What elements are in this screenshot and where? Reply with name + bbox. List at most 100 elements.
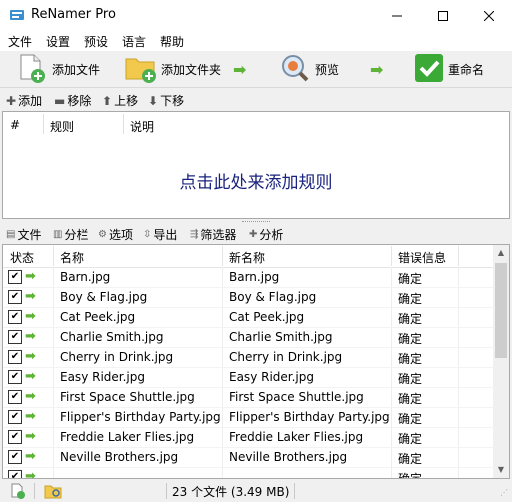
- row-checkbox[interactable]: ✔: [8, 430, 22, 444]
- file-name: Charlie Smith.jpg: [60, 330, 164, 344]
- rename-button[interactable]: 重命名: [414, 51, 484, 87]
- filters-menu[interactable]: ⇶ 筛选器: [190, 226, 236, 243]
- status-arrow-icon: ➡: [25, 329, 36, 344]
- error-message: 确定: [398, 292, 423, 306]
- add-files-label: 添加文件: [52, 62, 101, 77]
- rules-col-rule[interactable]: 规则: [50, 118, 74, 135]
- options-menu-label: 选项: [108, 228, 133, 242]
- files-col-name[interactable]: 名称: [60, 249, 84, 266]
- error-message: 确定: [398, 392, 423, 406]
- row-checkbox[interactable]: ✔: [8, 350, 22, 364]
- row-checkbox[interactable]: ✔: [8, 410, 22, 424]
- table-row[interactable]: ✔ ➡ Easy Rider.jpg Easy Rider.jpg 确定: [3, 367, 493, 388]
- export-menu[interactable]: ⇳ 导出: [143, 226, 177, 243]
- splitter-grip[interactable]: [242, 221, 270, 224]
- row-checkbox[interactable]: ✔: [8, 310, 22, 324]
- status-arrow-icon: ➡: [25, 389, 36, 404]
- arrow-down-icon: ⬇: [148, 93, 159, 108]
- resize-grip-icon[interactable]: ⋰: [500, 488, 508, 497]
- close-button[interactable]: [466, 0, 512, 31]
- menu-file[interactable]: 文件: [8, 33, 32, 50]
- magnifier-icon: [280, 53, 310, 86]
- menu-presets[interactable]: 预设: [84, 33, 108, 50]
- vertical-scrollbar[interactable]: ▲ ▼: [493, 245, 509, 478]
- analyze-menu-label: 分析: [259, 228, 284, 242]
- status-divider: [294, 483, 295, 499]
- table-row[interactable]: ✔ ➡ Cat Peek.jpg Cat Peek.jpg 确定: [3, 307, 493, 328]
- scroll-up-icon[interactable]: ▲: [493, 245, 509, 261]
- files-col-new-name[interactable]: 新名称: [229, 249, 265, 266]
- add-files-button[interactable]: 添加文件: [16, 51, 100, 87]
- table-row[interactable]: ✔ ➡ Charlie Smith.jpg Charlie Smith.jpg 确定: [3, 327, 493, 348]
- move-up-label: 上移: [114, 94, 139, 108]
- status-arrow-icon: ➡: [25, 449, 36, 464]
- column-divider: [458, 246, 459, 266]
- row-checkbox[interactable]: ✔: [8, 470, 22, 478]
- column-divider: [222, 246, 223, 266]
- file-name: Cherry in Drink.jpg: [60, 350, 174, 364]
- column-divider: [123, 114, 124, 134]
- table-row[interactable]: ✔ ➡ 确定: [3, 467, 493, 478]
- status-arrow-icon: ➡: [25, 309, 36, 324]
- files-col-error[interactable]: 错误信息: [398, 249, 446, 266]
- arrow-icon: ➡: [370, 59, 384, 79]
- row-checkbox[interactable]: ✔: [8, 290, 22, 304]
- add-rule-button[interactable]: ✚ 添加: [6, 92, 42, 109]
- table-row[interactable]: ✔ ➡ Flipper's Birthday Party.jpg Flipper's …: [3, 407, 493, 428]
- scroll-down-icon[interactable]: ▼: [493, 462, 509, 478]
- table-row[interactable]: ✔ ➡ Barn.jpg Barn.jpg 确定: [3, 267, 493, 288]
- preview-button[interactable]: 预览: [280, 51, 339, 87]
- minimize-button[interactable]: [374, 0, 420, 31]
- move-down-button[interactable]: ⬇ 下移: [148, 92, 184, 109]
- column-divider: [53, 246, 54, 266]
- row-checkbox[interactable]: ✔: [8, 450, 22, 464]
- row-checkbox[interactable]: ✔: [8, 370, 22, 384]
- add-rule-label: 添加: [18, 94, 43, 108]
- remove-rule-button[interactable]: ▬ 移除: [54, 92, 91, 109]
- table-row[interactable]: ✔ ➡ Freddie Laker Flies.jpg Freddie Laker F…: [3, 427, 493, 448]
- file-name: First Space Shuttle.jpg: [60, 390, 195, 404]
- status-arrow-icon: ➡: [25, 269, 36, 284]
- files-list[interactable]: 状态 名称 新名称 错误信息 ✔ ➡ Barn.jpg Barn.jpg 确定 ✔ ➡ Boy…: [2, 244, 510, 479]
- rules-col-description[interactable]: 说明: [130, 118, 154, 135]
- move-up-button[interactable]: ⬆ 上移: [102, 92, 138, 109]
- browse-folder-status-icon[interactable]: [44, 483, 62, 502]
- checkmark-icon: [414, 53, 444, 86]
- preview-label: 预览: [315, 62, 340, 77]
- add-files-status-icon[interactable]: [10, 483, 26, 502]
- table-row[interactable]: ✔ ➡ Neville Brothers.jpg Neville Brothers.j…: [3, 447, 493, 468]
- row-checkbox[interactable]: ✔: [8, 330, 22, 344]
- error-message: 确定: [398, 372, 423, 386]
- files-col-status[interactable]: 状态: [10, 249, 34, 266]
- error-message: 确定: [398, 272, 423, 286]
- filter-icon: ⇶: [190, 229, 199, 240]
- columns-menu[interactable]: ▥ 分栏: [53, 226, 88, 243]
- options-icon: ⚙: [98, 229, 107, 240]
- menu-settings[interactable]: 设置: [46, 33, 70, 50]
- files-menu[interactable]: ▤ 文件: [6, 226, 41, 243]
- add-folders-button[interactable]: 添加文件夹: [125, 51, 221, 87]
- scrollbar-thumb[interactable]: [495, 263, 507, 358]
- rules-col-number[interactable]: #: [10, 118, 20, 132]
- file-name: Easy Rider.jpg: [60, 370, 145, 384]
- status-arrow-icon: ➡: [25, 289, 36, 304]
- row-checkbox[interactable]: ✔: [8, 390, 22, 404]
- options-menu[interactable]: ⚙ 选项: [98, 226, 133, 243]
- menu-language[interactable]: 语言: [122, 33, 146, 50]
- columns-icon: ▥: [53, 229, 63, 240]
- new-file-name: Cherry in Drink.jpg: [229, 350, 343, 364]
- table-row[interactable]: ✔ ➡ First Space Shuttle.jpg First Space Shu…: [3, 387, 493, 408]
- analyze-menu[interactable]: ✚ 分析: [249, 226, 283, 243]
- export-menu-label: 导出: [153, 228, 178, 242]
- table-row[interactable]: ✔ ➡ Cherry in Drink.jpg Cherry in Drink.jpg…: [3, 347, 493, 368]
- row-checkbox[interactable]: ✔: [8, 270, 22, 284]
- add-rules-hint[interactable]: 点击此处来添加规则: [3, 168, 509, 193]
- table-row[interactable]: ✔ ➡ Boy & Flag.jpg Boy & Flag.jpg 确定: [3, 287, 493, 308]
- new-file-name: Flipper's Birthday Party.jpg: [229, 410, 390, 424]
- error-message: 确定: [398, 432, 423, 446]
- columns-menu-label: 分栏: [64, 228, 89, 242]
- maximize-button[interactable]: [420, 0, 466, 31]
- menu-help[interactable]: 帮助: [160, 33, 184, 50]
- status-arrow-icon: ➡: [25, 429, 36, 444]
- rules-list[interactable]: # 规则 说明 点击此处来添加规则: [2, 111, 510, 219]
